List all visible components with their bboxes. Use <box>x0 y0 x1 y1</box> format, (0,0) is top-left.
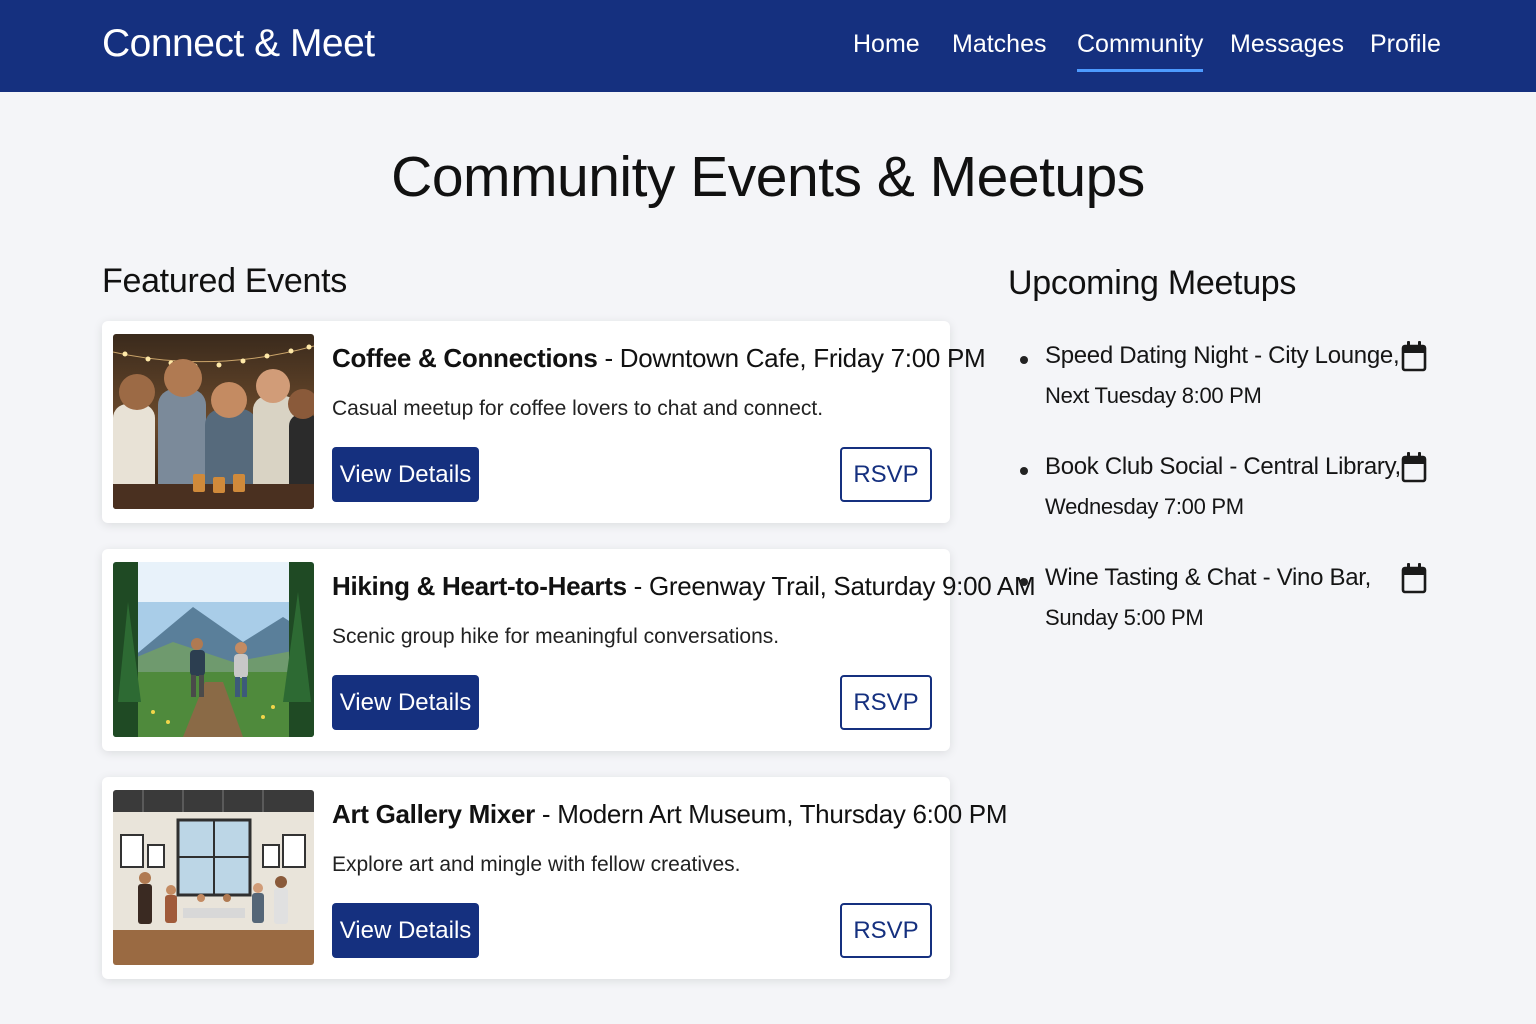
main-nav: Home Matches Community Messages Profile <box>0 30 1536 80</box>
meetup-title: Wine Tasting & Chat - Vino Bar, <box>1045 564 1371 591</box>
calendar-icon[interactable] <box>1401 562 1427 594</box>
rsvp-button[interactable]: RSVP <box>840 675 932 730</box>
top-navigation-bar: Connect & Meet Home Matches Community Me… <box>0 0 1536 92</box>
event-description: Scenic group hike for meaningful convers… <box>332 625 780 648</box>
event-location-time: - Modern Art Museum, Thursday 6:00 PM <box>535 799 1008 829</box>
meetup-title: Book Club Social - Central Library, <box>1045 453 1401 480</box>
event-name: Hiking & Heart-to-Hearts <box>332 571 627 601</box>
view-details-button[interactable]: View Details <box>332 447 479 502</box>
view-details-button[interactable]: View Details <box>332 903 479 958</box>
nav-profile[interactable]: Profile <box>1370 30 1441 69</box>
upcoming-meetups-heading: Upcoming Meetups <box>1008 264 1297 302</box>
event-card-hiking: Hiking & Heart-to-Hearts - Greenway Trai… <box>102 549 1036 751</box>
event-description: Casual meetup for coffee lovers to chat … <box>332 397 824 420</box>
meetup-time: Next Tuesday 8:00 PM <box>1045 383 1262 408</box>
event-card-art-gallery: Art Gallery Mixer - Modern Art Museum, T… <box>102 777 1008 979</box>
nav-home[interactable]: Home <box>853 30 920 69</box>
meetup-time: Wednesday 7:00 PM <box>1045 494 1244 519</box>
event-description: Explore art and mingle with fellow creat… <box>332 853 741 876</box>
event-title: Coffee & Connections - Downtown Cafe, Fr… <box>332 343 986 374</box>
art-gallery-photo <box>113 790 314 965</box>
event-card-coffee: Coffee & Connections - Downtown Cafe, Fr… <box>102 321 986 523</box>
bullet <box>1020 467 1028 475</box>
meetup-time: Sunday 5:00 PM <box>1045 605 1204 630</box>
calendar-icon[interactable] <box>1401 451 1427 483</box>
event-title: Art Gallery Mixer - Modern Art Museum, T… <box>332 799 1008 830</box>
event-name: Coffee & Connections <box>332 343 598 373</box>
rsvp-button[interactable]: RSVP <box>840 903 932 958</box>
event-title: Hiking & Heart-to-Hearts - Greenway Trai… <box>332 571 1036 602</box>
cafe-group-photo <box>113 334 314 509</box>
meetup-title: Speed Dating Night - City Lounge, <box>1045 342 1400 369</box>
nav-matches[interactable]: Matches <box>952 30 1046 69</box>
nav-community[interactable]: Community <box>1077 30 1204 72</box>
view-details-button[interactable]: View Details <box>332 675 479 730</box>
page-title: Community Events & Meetups <box>391 145 1145 209</box>
calendar-icon[interactable] <box>1401 340 1427 372</box>
list-item: Book Club Social - Central Library, Wedn… <box>1020 451 1440 543</box>
featured-events-heading: Featured Events <box>102 262 347 300</box>
hiking-trail-photo <box>113 562 314 737</box>
bullet <box>1020 578 1028 586</box>
bullet <box>1020 356 1028 364</box>
event-location-time: - Greenway Trail, Saturday 9:00 AM <box>626 571 1036 601</box>
list-item: Wine Tasting & Chat - Vino Bar, Sunday 5… <box>1020 562 1440 654</box>
nav-messages[interactable]: Messages <box>1230 30 1344 69</box>
rsvp-button[interactable]: RSVP <box>840 447 932 502</box>
event-location-time: - Downtown Cafe, Friday 7:00 PM <box>597 343 986 373</box>
event-name: Art Gallery Mixer <box>332 799 535 829</box>
list-item: Speed Dating Night - City Lounge, Next T… <box>1020 340 1440 432</box>
